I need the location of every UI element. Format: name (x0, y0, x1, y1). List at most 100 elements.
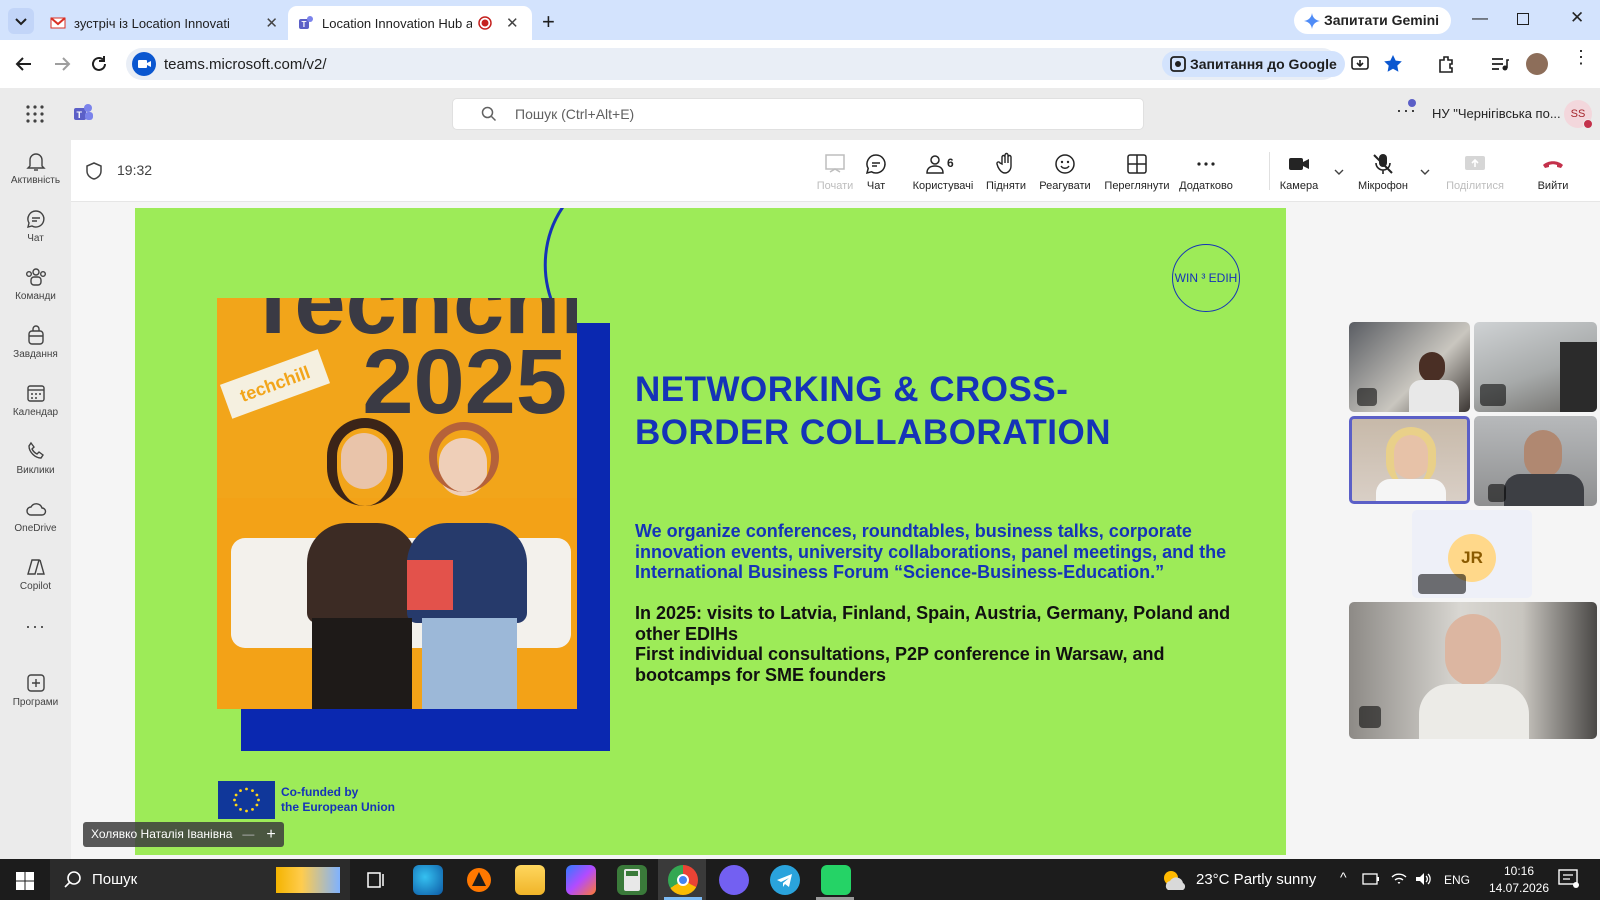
browser-menu-icon[interactable]: ⋮ (1572, 48, 1590, 66)
input-language[interactable]: ENG (1444, 873, 1470, 887)
task-view-icon[interactable] (360, 865, 390, 895)
participant-hair (1386, 427, 1436, 487)
tasks-icon (27, 325, 44, 345)
copilot-app-icon[interactable] (566, 865, 596, 895)
chevron-down-icon[interactable] (1419, 166, 1431, 178)
shield-icon[interactable] (85, 162, 103, 180)
chat-button[interactable]: Чат (839, 148, 913, 192)
camera-button[interactable]: Камера (1269, 148, 1329, 192)
clock[interactable]: 10:16 14.07.2026 (1484, 863, 1554, 897)
people-icon: 6 (926, 155, 954, 174)
reload-icon[interactable] (89, 54, 109, 74)
bookmark-star-icon[interactable] (1383, 54, 1403, 74)
video-tile[interactable] (1474, 322, 1597, 412)
chrome-icon[interactable] (668, 865, 698, 895)
address-bar[interactable]: teams.microsoft.com/v2/ (126, 48, 1338, 80)
rail-item-onedrive[interactable]: OneDrive (0, 498, 71, 534)
zoom-out-icon[interactable]: — (242, 822, 254, 847)
teams-icon: T (299, 16, 313, 29)
install-app-icon[interactable] (1350, 54, 1370, 74)
tab-search-button[interactable] (8, 8, 34, 34)
gmail-icon (50, 17, 66, 29)
media-control-icon[interactable] (1490, 54, 1510, 74)
ask-google-label: Запитання до Google (1190, 56, 1337, 72)
org-name[interactable]: НУ "Чернігівська по... (1432, 106, 1561, 121)
mic-off-icon (1488, 484, 1506, 502)
rail-more-icon[interactable]: ··· (0, 616, 71, 637)
status-badge (1583, 119, 1593, 129)
grid-view-icon (1127, 154, 1147, 174)
rail-item-tasks[interactable]: Завдання (0, 324, 71, 360)
search-highlight-image (276, 867, 340, 893)
edge-icon[interactable] (413, 865, 443, 895)
microphone-button[interactable]: Мікрофон (1348, 148, 1418, 192)
telegram-icon[interactable] (770, 865, 800, 895)
video-tile-active-speaker[interactable] (1349, 416, 1470, 504)
rail-item-teams[interactable]: Команди (0, 266, 71, 302)
rail-item-apps[interactable]: Програми (0, 672, 71, 708)
share-button[interactable]: Поділитися (1435, 148, 1515, 192)
rail-item-chat[interactable]: Чат (0, 208, 71, 244)
slide-paragraph-visits: In 2025: visits to Latvia, Finland, Spai… (635, 603, 1231, 644)
weather-text[interactable]: 23°C Partly sunny (1196, 871, 1316, 888)
jacket-red (407, 560, 453, 610)
hand-icon (996, 152, 1012, 174)
notifications-icon[interactable] (1558, 869, 1580, 889)
taskbar-search-box[interactable]: Пошук (50, 859, 350, 900)
gemini-button[interactable]: Запитати Gemini (1294, 7, 1452, 34)
back-arrow-icon[interactable] (14, 54, 34, 74)
close-tab-icon[interactable]: ✕ (265, 14, 278, 32)
svg-text:T: T (77, 110, 83, 120)
gemini-label: Запитати Gemini (1324, 12, 1440, 28)
more-actions-button[interactable]: Додатково (1169, 148, 1243, 192)
minimize-button[interactable]: — (1472, 10, 1488, 28)
svg-text:T: T (302, 20, 307, 29)
participant-face (1419, 352, 1445, 382)
whatsapp-icon[interactable] (821, 865, 851, 895)
close-window-button[interactable]: ✕ (1570, 8, 1584, 28)
viber-icon[interactable] (719, 865, 749, 895)
browser-toolbar: teams.microsoft.com/v2/ Запитання до Goo… (0, 40, 1600, 88)
wifi-icon[interactable] (1390, 871, 1408, 887)
close-tab-icon[interactable]: ✕ (506, 14, 519, 32)
app-launcher-icon[interactable] (26, 105, 44, 123)
restore-button[interactable] (1517, 13, 1529, 25)
ask-google-button[interactable]: Запитання до Google (1162, 51, 1345, 77)
browser-tab-gmail[interactable]: зустріч із Location Innovation Hub ✕ (40, 6, 288, 40)
video-tile[interactable] (1349, 602, 1597, 739)
extensions-icon[interactable] (1436, 54, 1456, 74)
zoom-in-icon[interactable]: + (266, 822, 275, 847)
rail-item-calendar[interactable]: Календар (0, 382, 71, 418)
rail-item-calls[interactable]: Виклики (0, 440, 71, 476)
hair-right (429, 422, 499, 492)
file-explorer-icon[interactable] (515, 865, 545, 895)
volume-icon[interactable] (1414, 871, 1432, 887)
windows-start-icon[interactable] (16, 872, 34, 890)
search-icon (64, 871, 81, 888)
teams-search-input[interactable]: Пошук (Ctrl+Alt+E) (452, 98, 1144, 130)
participant-status-badges (1418, 574, 1466, 594)
avast-icon[interactable] (464, 865, 494, 895)
win-edih-logo-text: WIN ³ EDIH (1174, 271, 1238, 285)
mic-off-icon (1373, 154, 1393, 174)
new-tab-button[interactable]: + (542, 9, 555, 35)
leave-button[interactable]: Вийти (1523, 148, 1583, 192)
calculator-icon[interactable] (617, 865, 647, 895)
video-tile[interactable] (1349, 322, 1470, 412)
profile-avatar[interactable] (1526, 53, 1548, 75)
cloud-icon (25, 503, 46, 516)
rail-item-copilot[interactable]: Copilot (0, 556, 71, 592)
view-button[interactable]: Переглянути (1095, 148, 1179, 192)
participant-chair (1560, 342, 1597, 412)
rail-item-activity[interactable]: Активність (0, 150, 71, 186)
chevron-down-icon[interactable] (1333, 166, 1345, 178)
teams-header: T Пошук (Ctrl+Alt+E) ··· НУ "Чернігівськ… (0, 88, 1600, 140)
video-tile-avatar[interactable]: JR (1412, 510, 1532, 598)
site-info-icon[interactable] (132, 52, 156, 76)
browser-tab-teams[interactable]: T Location Innovation Hub and ✕ (288, 6, 532, 40)
chevron-up-icon[interactable]: ^ (1340, 869, 1347, 885)
react-button[interactable]: Реагувати (1028, 148, 1102, 192)
forward-arrow-icon[interactable] (52, 54, 72, 74)
chat-icon (865, 154, 886, 175)
video-tile[interactable] (1474, 416, 1597, 506)
